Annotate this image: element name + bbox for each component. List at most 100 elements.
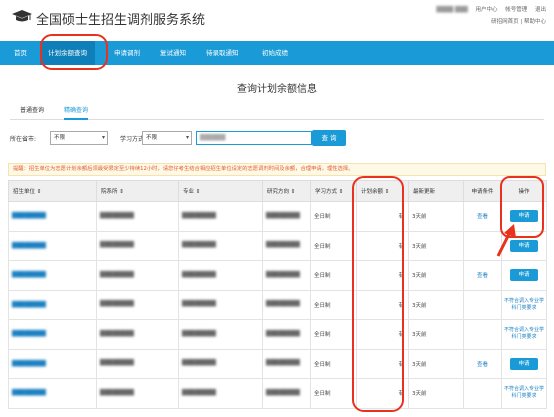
apply-button[interactable]: 申请 xyxy=(510,357,538,370)
cell-updated: 3天前 xyxy=(408,348,464,379)
apply-button[interactable]: 申请 xyxy=(510,269,538,282)
account-link[interactable]: 帐号管理 xyxy=(505,7,527,13)
help-link[interactable]: 帮助中心 xyxy=(524,19,546,25)
yz-home-link[interactable]: 研招网首页 xyxy=(491,19,519,25)
logout-link[interactable]: 退出 xyxy=(535,7,546,13)
cell-mode-value: 全日制 xyxy=(314,332,331,339)
cell-mode-value: 全日制 xyxy=(314,302,331,309)
cell-mode: 全日制 xyxy=(310,378,357,409)
chevron-down-icon: ▾ xyxy=(185,134,189,141)
study-mode-select[interactable]: 不限 ▾ xyxy=(142,131,192,145)
cell-mode: 全日制 xyxy=(310,319,357,350)
cell-direction: ████████ xyxy=(262,201,311,232)
cell-mode: 全日制 xyxy=(310,348,357,379)
cell-balance: 有 xyxy=(356,201,409,232)
nav-retest-notice[interactable]: 复试通知 xyxy=(160,41,186,65)
cell-action: 申请 xyxy=(501,230,547,261)
cell-unit-value[interactable]: ████████ xyxy=(12,361,46,367)
cell-updated-value: 3天前 xyxy=(412,391,427,398)
cell-major-value: ████████ xyxy=(182,330,216,337)
cell-dept: ████████ xyxy=(96,201,179,232)
user-center-link[interactable]: 用户中心 xyxy=(475,7,497,13)
location-select[interactable]: 不限 ▾ xyxy=(50,131,108,145)
keyword-value: ██████ xyxy=(200,135,226,141)
tab-normal-query[interactable]: 普通查询 xyxy=(20,104,44,120)
cell-updated-value: 3天前 xyxy=(412,273,427,280)
cell-condition-link-value[interactable]: 查看 xyxy=(477,362,488,368)
cell-major-value: ████████ xyxy=(182,271,216,278)
cell-unit-value[interactable]: ████████ xyxy=(12,213,46,219)
cell-condition: 查看 xyxy=(463,348,502,379)
cell-balance: 有 xyxy=(356,289,409,320)
cell-direction: ████████ xyxy=(262,289,311,320)
nav-admission-notice[interactable]: 待录取通知 xyxy=(206,41,239,65)
table-row: ████████ ████████ ████████ ████████ 全日制 有 3天前 不… xyxy=(8,378,547,409)
nav-home[interactable]: 首页 xyxy=(14,41,27,65)
apply-button[interactable]: 申请 xyxy=(510,239,538,252)
cell-unit-value[interactable]: ████████ xyxy=(12,302,46,308)
results-table: 招生单位 ⇕ 院系所 ⇕ 专业 ⇕ 研究方向 ⇕ 学习方式 ⇕ 计划余额 ⇕ 最… xyxy=(8,180,547,409)
cell-dept-value: ████████ xyxy=(100,242,134,249)
cell-major-value: ████████ xyxy=(182,360,216,367)
cell-updated: 3天前 xyxy=(408,260,464,291)
cell-direction: ████████ xyxy=(262,348,311,379)
site-header: 全国硕士生招生调剂服务系统 ████ ███ 用户中心 帐号管理 退出 研招网首… xyxy=(0,0,554,40)
ineligible-notice: 不符合调入专业学科门类要求 xyxy=(503,297,544,311)
location-label: 所在省市: xyxy=(10,136,37,143)
cell-condition xyxy=(463,319,502,350)
search-button[interactable]: 查 询 xyxy=(312,130,346,146)
cell-mode: 全日制 xyxy=(310,201,357,232)
cell-condition xyxy=(463,230,502,261)
col-dept[interactable]: 院系所 ⇕ xyxy=(96,180,179,202)
apply-button[interactable]: 申请 xyxy=(510,210,538,223)
cell-dept-value: ████████ xyxy=(100,360,134,367)
tab-precise-query[interactable]: 精确查询 xyxy=(64,104,89,120)
cell-major: ████████ xyxy=(178,230,263,261)
cell-major: ████████ xyxy=(178,260,263,291)
cell-unit-value[interactable]: ████████ xyxy=(12,331,46,337)
cell-dept-value: ████████ xyxy=(100,271,134,278)
cell-action: 不符合调入专业学科门类要求 xyxy=(501,289,547,320)
col-balance[interactable]: 计划余额 ⇕ xyxy=(356,180,409,202)
chevron-down-icon: ▾ xyxy=(101,134,105,141)
cell-condition-link-value[interactable]: 查看 xyxy=(477,273,488,279)
table-row: ████████ ████████ ████████ ████████ 全日制 有 3天前 不… xyxy=(8,319,547,350)
cell-unit-value[interactable]: ████████ xyxy=(12,243,46,249)
nav-apply[interactable]: 申请调剂 xyxy=(114,41,140,65)
top-links-secondary: 研招网首页 | 帮助中心 xyxy=(491,17,546,25)
cell-mode: 全日制 xyxy=(310,230,357,261)
cell-action: 不符合调入专业学科门类要求 xyxy=(501,319,547,350)
cell-action: 不符合调入专业学科门类要求 xyxy=(501,378,547,409)
col-mode[interactable]: 学习方式 ⇕ xyxy=(310,180,357,202)
cell-action: 申请 xyxy=(501,348,547,379)
cell-unit: ████████ xyxy=(8,260,97,291)
cell-condition-link-value[interactable]: 查看 xyxy=(477,214,488,220)
cell-balance: 有 xyxy=(356,260,409,291)
col-major[interactable]: 专业 ⇕ xyxy=(178,180,263,202)
col-condition: 申请条件 xyxy=(463,180,502,202)
cell-mode: 全日制 xyxy=(310,260,357,291)
nav-initial-score[interactable]: 初始成绩 xyxy=(262,41,288,65)
cell-direction-value: ████████ xyxy=(266,271,300,278)
cell-direction-value: ████████ xyxy=(266,389,300,396)
table-row: ████████ ████████ ████████ ████████ 全日制 有 3天前 查… xyxy=(8,201,547,232)
nav-plan-balance[interactable]: 计划余额查询 xyxy=(40,41,95,65)
cell-unit-value[interactable]: ████████ xyxy=(12,390,46,396)
cell-dept: ████████ xyxy=(96,260,179,291)
cell-direction: ████████ xyxy=(262,378,311,409)
cell-unit: ████████ xyxy=(8,319,97,350)
page-title: 查询计划余额信息 xyxy=(237,84,317,95)
cell-balance-value: 有 xyxy=(398,243,404,250)
cell-major: ████████ xyxy=(178,289,263,320)
cell-direction-value: ████████ xyxy=(266,301,300,308)
cell-direction-value: ████████ xyxy=(266,242,300,249)
cell-updated-value: 3天前 xyxy=(412,332,427,339)
cell-updated: 3天前 xyxy=(408,378,464,409)
cell-unit-value[interactable]: ████████ xyxy=(12,272,46,278)
col-direction[interactable]: 研究方向 ⇕ xyxy=(262,180,311,202)
cell-unit: ████████ xyxy=(8,230,97,261)
col-unit[interactable]: 招生单位 ⇕ xyxy=(8,180,97,202)
keyword-input[interactable]: ██████ xyxy=(196,131,312,145)
cell-condition xyxy=(463,289,502,320)
cell-updated-value: 3天前 xyxy=(412,243,427,250)
